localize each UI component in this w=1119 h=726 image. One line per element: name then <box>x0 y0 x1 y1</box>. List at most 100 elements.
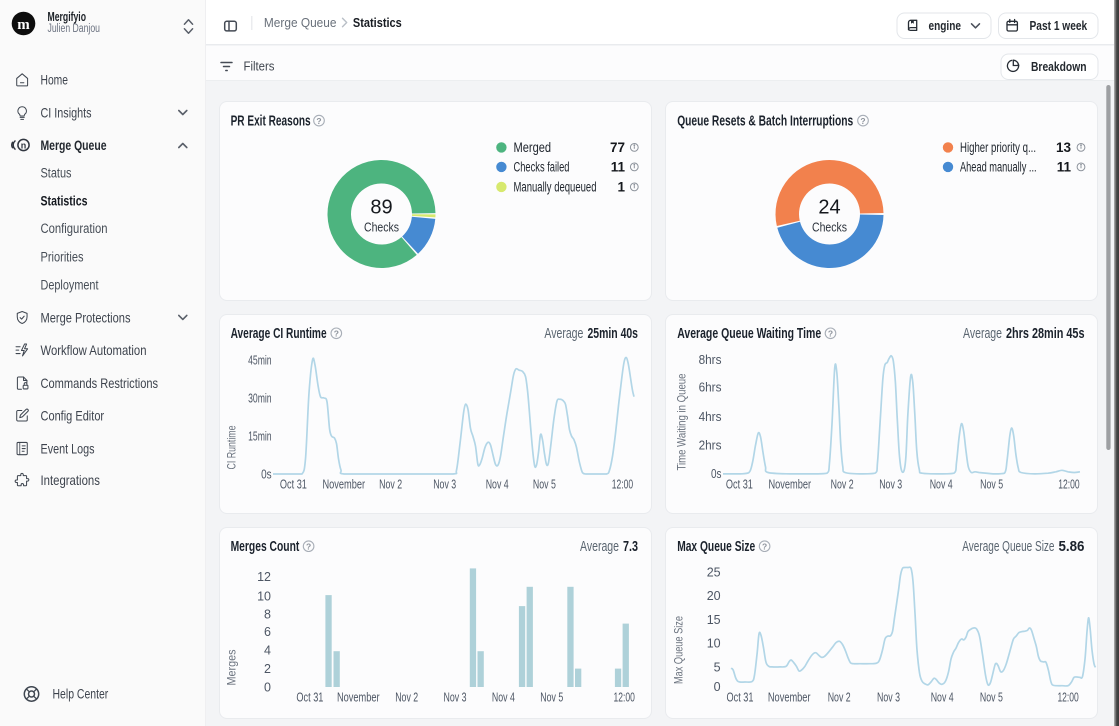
svg-text:Average: Average <box>544 326 583 342</box>
svg-text:6: 6 <box>264 625 271 639</box>
svg-text:Nov 4: Nov 4 <box>930 477 953 491</box>
svg-text:15: 15 <box>707 613 721 627</box>
svg-text:Home: Home <box>41 72 69 88</box>
svg-text:Oct 31: Oct 31 <box>727 691 754 705</box>
svg-text:0: 0 <box>264 680 271 694</box>
svg-text:Oct 31: Oct 31 <box>296 691 323 705</box>
svg-text:12:00: 12:00 <box>614 691 635 705</box>
svg-text:89: 89 <box>370 197 392 219</box>
svg-text:Nov 3: Nov 3 <box>433 477 456 491</box>
svg-text:?: ? <box>860 116 865 126</box>
svg-text:Workflow Automation: Workflow Automation <box>41 342 147 358</box>
svg-text:5.86: 5.86 <box>1059 539 1085 555</box>
svg-text:2: 2 <box>264 662 271 676</box>
svg-text:Config Editor: Config Editor <box>41 407 105 423</box>
svg-text:Julien Danjou: Julien Danjou <box>48 23 101 35</box>
svg-text:8: 8 <box>264 607 271 621</box>
svg-text:CI Runtime: CI Runtime <box>225 425 239 469</box>
svg-text:Higher priority q...: Higher priority q... <box>960 140 1036 155</box>
svg-text:6hrs: 6hrs <box>699 381 722 395</box>
svg-text:Queue Resets & Batch Interrupt: Queue Resets & Batch Interruptions <box>677 113 853 129</box>
svg-text:Event Logs: Event Logs <box>41 440 95 456</box>
svg-text:Nov 2: Nov 2 <box>828 691 851 705</box>
svg-text:12:00: 12:00 <box>1058 477 1079 491</box>
svg-text:10: 10 <box>707 637 721 651</box>
svg-text:Priorities: Priorities <box>41 249 84 264</box>
svg-text:Status: Status <box>41 165 72 180</box>
svg-text:Time Waiting in Queue: Time Waiting in Queue <box>675 373 689 470</box>
svg-text:13: 13 <box>1056 140 1072 155</box>
svg-text:24: 24 <box>818 197 840 219</box>
svg-text:1: 1 <box>617 180 625 195</box>
svg-text:8hrs: 8hrs <box>699 353 722 367</box>
svg-text:November: November <box>337 691 380 705</box>
svg-text:Max Queue Size: Max Queue Size <box>677 539 755 555</box>
svg-text:November: November <box>769 477 812 491</box>
svg-text:30min: 30min <box>248 391 272 405</box>
svg-text:Filters: Filters <box>244 59 275 74</box>
svg-text:7.3: 7.3 <box>623 539 638 555</box>
svg-text:Ahead manually ...: Ahead manually ... <box>960 160 1037 175</box>
svg-text:Merges Count: Merges Count <box>231 539 300 555</box>
svg-text:Average: Average <box>963 326 1002 342</box>
svg-text:12:00: 12:00 <box>1057 691 1078 705</box>
svg-text:November: November <box>323 477 366 491</box>
svg-text:Checks: Checks <box>364 221 399 235</box>
svg-text:Checks failed: Checks failed <box>514 160 570 175</box>
svg-text:Breakdown: Breakdown <box>1031 59 1087 74</box>
svg-text:n: n <box>21 141 27 151</box>
svg-text:Nov 4: Nov 4 <box>931 691 954 705</box>
svg-text:Nov 5: Nov 5 <box>980 477 1003 491</box>
svg-text:engine: engine <box>929 18 962 33</box>
svg-text:Statistics: Statistics <box>41 193 88 208</box>
svg-text:Merge Protections: Merge Protections <box>41 310 131 326</box>
svg-text:0s: 0s <box>711 467 722 481</box>
svg-text:Statistics: Statistics <box>353 15 402 30</box>
svg-text:Nov 2: Nov 2 <box>831 477 854 491</box>
svg-text:CI Insights: CI Insights <box>41 105 92 121</box>
svg-text:Past 1 week: Past 1 week <box>1030 18 1088 33</box>
svg-text:11: 11 <box>611 160 626 175</box>
svg-text:20: 20 <box>707 589 721 603</box>
svg-text:Nov 3: Nov 3 <box>877 691 900 705</box>
svg-text:Oct 31: Oct 31 <box>726 477 753 491</box>
svg-text:Checks: Checks <box>812 221 847 235</box>
svg-text:Average Queue Waiting Time: Average Queue Waiting Time <box>677 326 821 342</box>
svg-text:Merges: Merges <box>224 650 238 686</box>
svg-text:15min: 15min <box>248 429 272 443</box>
svg-text:45min: 45min <box>248 353 272 367</box>
svg-text:Max Queue Size: Max Queue Size <box>672 616 686 684</box>
svg-text:Nov 5: Nov 5 <box>980 691 1003 705</box>
svg-text:77: 77 <box>610 140 625 155</box>
svg-text:?: ? <box>828 329 833 339</box>
svg-text:Manually dequeued: Manually dequeued <box>514 180 597 195</box>
svg-text:11: 11 <box>1057 160 1072 175</box>
svg-text:Nov 5: Nov 5 <box>533 477 556 491</box>
svg-text:Merge Queue: Merge Queue <box>41 137 107 153</box>
svg-text:25: 25 <box>707 565 721 579</box>
svg-text:Nov 3: Nov 3 <box>444 691 467 705</box>
svg-text:?: ? <box>334 329 339 339</box>
svg-text:Mergifyio: Mergifyio <box>48 9 87 24</box>
svg-text:Integrations: Integrations <box>41 472 100 488</box>
svg-text:Nov 2: Nov 2 <box>379 477 402 491</box>
svg-text:12: 12 <box>257 570 271 584</box>
svg-text:2hrs: 2hrs <box>699 439 722 453</box>
svg-text:m: m <box>17 17 30 33</box>
svg-text:?: ? <box>762 541 767 551</box>
svg-text:Nov 2: Nov 2 <box>395 691 418 705</box>
svg-text:4: 4 <box>264 643 271 657</box>
svg-text:Nov 5: Nov 5 <box>540 691 563 705</box>
svg-text:Deployment: Deployment <box>41 278 99 293</box>
svg-text:5: 5 <box>714 660 721 674</box>
svg-text:0: 0 <box>714 680 721 694</box>
svg-text:Nov 3: Nov 3 <box>879 477 902 491</box>
svg-text:4hrs: 4hrs <box>699 410 722 424</box>
svg-text:Merge Queue: Merge Queue <box>264 15 337 30</box>
svg-text:Commands Restrictions: Commands Restrictions <box>41 375 159 391</box>
svg-text:0s: 0s <box>261 467 272 481</box>
svg-text:Merged: Merged <box>514 140 552 155</box>
svg-text:Nov 4: Nov 4 <box>486 477 509 491</box>
svg-text:Configuration: Configuration <box>41 221 108 236</box>
svg-text:?: ? <box>306 541 311 551</box>
